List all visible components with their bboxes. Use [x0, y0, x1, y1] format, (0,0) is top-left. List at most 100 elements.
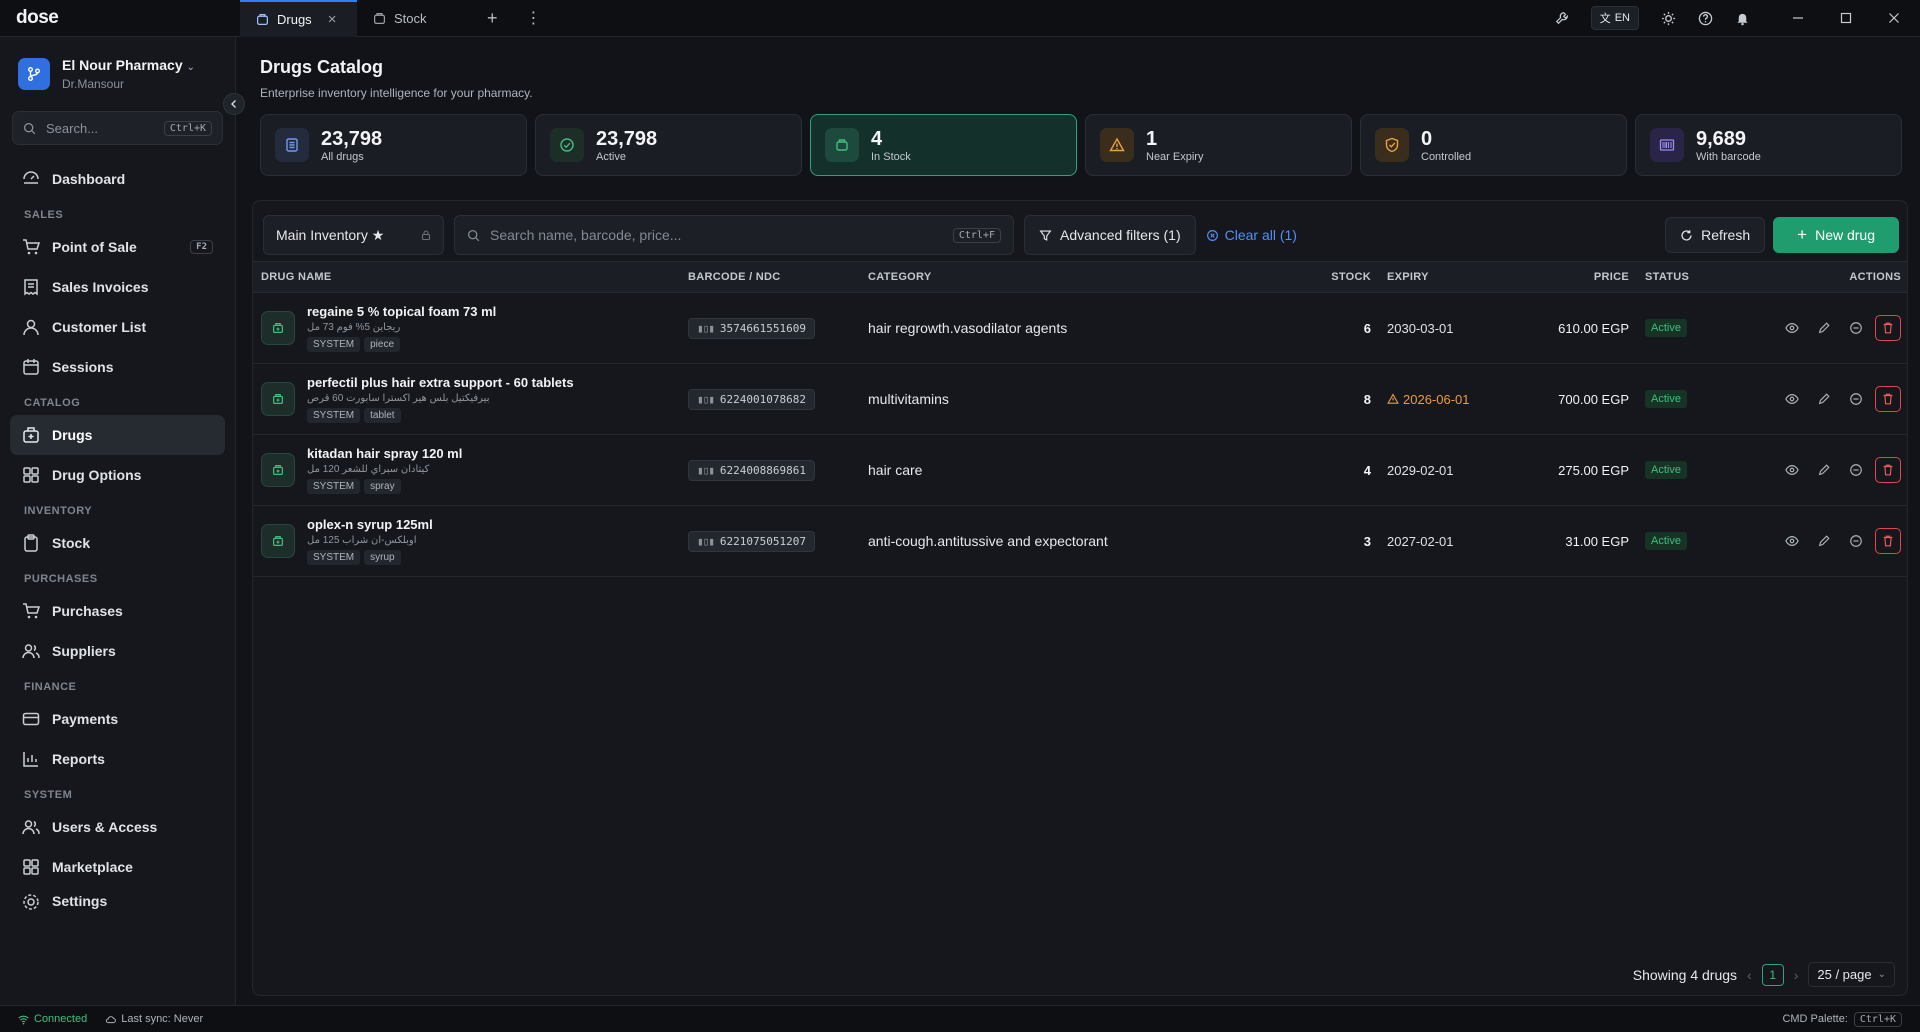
edit-icon[interactable]	[1811, 315, 1837, 341]
drug-search-input[interactable]: Search name, barcode, price... Ctrl+F	[454, 215, 1014, 255]
help-icon[interactable]	[1698, 11, 1713, 26]
stat-card-active[interactable]: 23,798 Active	[535, 114, 802, 176]
stat-card-near-expiry[interactable]: 1 Near Expiry	[1085, 114, 1352, 176]
sidebar-item-point-of-sale[interactable]: Point of Sale F2	[10, 227, 225, 267]
drug-name[interactable]: kitadan hair spray 120 ml	[307, 446, 493, 461]
delete-icon[interactable]	[1875, 315, 1901, 341]
page-1-button[interactable]: 1	[1761, 963, 1784, 986]
sidebar-item-dashboard[interactable]: Dashboard	[10, 159, 225, 199]
tab-stock[interactable]: Stock	[357, 0, 475, 37]
sidebar-item-label: Stock	[52, 535, 91, 551]
calendar-icon	[23, 359, 39, 375]
stock-cell: 8	[1363, 391, 1371, 407]
sidebar-item-marketplace[interactable]: Marketplace	[10, 847, 225, 887]
stat-card-in-stock[interactable]: 4 In Stock	[810, 114, 1077, 176]
page-size-select[interactable]: 25 / page ⌄	[1808, 962, 1895, 987]
cmd-palette-hint[interactable]: CMD Palette: Ctrl+K	[1782, 1011, 1902, 1027]
stat-card-all-drugs[interactable]: 23,798 All drugs	[260, 114, 527, 176]
stat-card-controlled[interactable]: 0 Controlled	[1360, 114, 1627, 176]
language-label: EN	[1614, 12, 1630, 24]
view-icon[interactable]	[1779, 457, 1805, 483]
barcode-chip[interactable]: ▮▯▮ 6224008869861	[688, 459, 815, 481]
sidebar-item-users-access[interactable]: Users & Access	[10, 807, 225, 847]
stat-label: Active	[596, 150, 626, 163]
advanced-filters-button[interactable]: Advanced filters (1)	[1024, 215, 1196, 255]
sidebar-item-sessions[interactable]: Sessions	[10, 347, 225, 387]
clear-all-button[interactable]: Clear all (1)	[1206, 227, 1297, 243]
deactivate-icon[interactable]	[1843, 528, 1869, 554]
deactivate-icon[interactable]	[1843, 386, 1869, 412]
col-expiry[interactable]: EXPIRY	[1379, 271, 1499, 283]
col-price[interactable]: PRICE	[1499, 271, 1637, 283]
stat-card-with-barcode[interactable]: 9,689 With barcode	[1635, 114, 1902, 176]
col-drug-name[interactable]: DRUG NAME	[253, 271, 680, 283]
inventory-select[interactable]: Main Inventory ★	[263, 215, 444, 255]
sidebar-item-payments[interactable]: Payments	[10, 699, 225, 739]
sidebar-item-drug-options[interactable]: Drug Options	[10, 455, 225, 495]
sidebar-item-reports[interactable]: Reports	[10, 739, 225, 779]
deactivate-icon[interactable]	[1843, 457, 1869, 483]
table-row[interactable]: perfectil plus hair extra support - 60 t…	[253, 364, 1907, 435]
drug-name[interactable]: regaine 5 % topical foam 73 ml	[307, 304, 496, 319]
delete-icon[interactable]	[1875, 528, 1901, 554]
sidebar-item-settings[interactable]: Settings	[10, 887, 225, 913]
actions-cell	[1737, 315, 1907, 341]
sidebar-item-customer-list[interactable]: Customer List	[10, 307, 225, 347]
drug-name[interactable]: oplex-n syrup 125ml	[307, 517, 493, 532]
search-placeholder: Search...	[46, 120, 99, 136]
new-tab-icon[interactable]: +	[475, 0, 510, 37]
box-icon	[23, 427, 39, 443]
next-page-icon[interactable]: ›	[1794, 967, 1799, 983]
language-switch[interactable]: 文 EN	[1590, 6, 1639, 30]
price-cell: 31.00 EGP	[1565, 533, 1629, 549]
refresh-button[interactable]: Refresh	[1665, 217, 1766, 253]
minimize-icon[interactable]	[1792, 12, 1804, 24]
barcode-chip[interactable]: ▮▯▮ 6221075051207	[688, 530, 815, 552]
view-icon[interactable]	[1779, 528, 1805, 554]
drug-name-cell: perfectil plus hair extra support - 60 t…	[253, 375, 680, 423]
table-row[interactable]: regaine 5 % topical foam 73 ml ريجاين 5%…	[253, 293, 1907, 364]
edit-icon[interactable]	[1811, 528, 1837, 554]
edit-icon[interactable]	[1811, 386, 1837, 412]
sidebar-item-drugs[interactable]: Drugs	[10, 415, 225, 455]
col-category[interactable]: CATEGORY	[860, 271, 1284, 283]
delete-icon[interactable]	[1875, 457, 1901, 483]
tab-drugs[interactable]: Drugs ×	[240, 0, 357, 37]
close-tab-icon[interactable]: ×	[328, 11, 337, 28]
theme-sun-icon[interactable]	[1661, 11, 1676, 26]
drug-tag: spray	[364, 479, 401, 494]
deactivate-icon[interactable]	[1843, 315, 1869, 341]
drug-name[interactable]: perfectil plus hair extra support - 60 t…	[307, 375, 574, 390]
more-icon[interactable]: ⋮	[510, 0, 558, 37]
table-row[interactable]: oplex-n syrup 125ml اوبلكس-ان شراب 125 م…	[253, 506, 1907, 577]
pill-box-icon	[261, 311, 295, 345]
sidebar-item-sales-invoices[interactable]: Sales Invoices	[10, 267, 225, 307]
sidebar-item-stock[interactable]: Stock	[10, 523, 225, 563]
barcode-chip[interactable]: ▮▯▮ 6224001078682	[688, 388, 815, 410]
col-stock[interactable]: STOCK	[1284, 271, 1379, 283]
delete-icon[interactable]	[1875, 386, 1901, 412]
pharmacy-switcher[interactable]: El Nour Pharmacy ⌄ Dr.Mansour	[0, 37, 235, 105]
bell-icon[interactable]	[1735, 11, 1750, 26]
section-inventory: INVENTORY	[24, 505, 93, 517]
maximize-icon[interactable]	[1840, 12, 1852, 24]
barcode-value: 6224001078682	[719, 392, 806, 406]
close-window-icon[interactable]	[1888, 12, 1900, 24]
sidebar-item-label: Reports	[52, 751, 105, 767]
sidebar-search-input[interactable]: Search... Ctrl+K	[12, 111, 223, 145]
wrench-icon[interactable]	[1555, 11, 1569, 25]
barcode-cell: ▮▯▮ 6221075051207	[680, 530, 860, 552]
col-barcode[interactable]: BARCODE / NDC	[680, 271, 860, 283]
sidebar-item-purchases[interactable]: Purchases	[10, 591, 225, 631]
translate-icon: 文	[1599, 13, 1611, 25]
view-icon[interactable]	[1779, 386, 1805, 412]
list-icon	[275, 128, 309, 162]
sidebar-item-suppliers[interactable]: Suppliers	[10, 631, 225, 671]
barcode-chip[interactable]: ▮▯▮ 3574661551609	[688, 317, 815, 339]
col-status[interactable]: STATUS	[1637, 271, 1737, 283]
view-icon[interactable]	[1779, 315, 1805, 341]
prev-page-icon[interactable]: ‹	[1747, 967, 1752, 983]
table-row[interactable]: kitadan hair spray 120 ml كيتادان سبراي …	[253, 435, 1907, 506]
new-drug-button[interactable]: + New drug	[1773, 217, 1899, 253]
edit-icon[interactable]	[1811, 457, 1837, 483]
